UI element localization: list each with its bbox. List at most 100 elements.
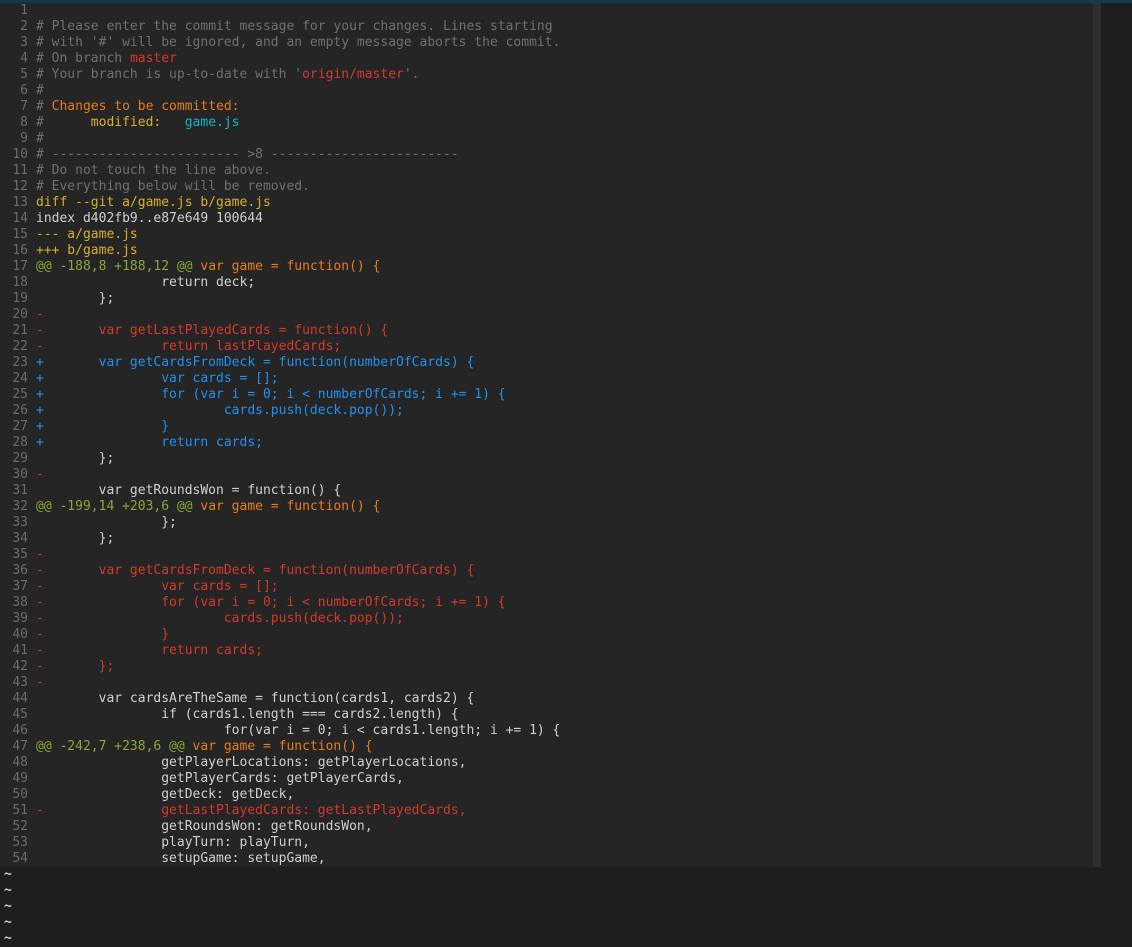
editor-line[interactable]: 21 - var getLastPlayedCards = function() … — [0, 323, 560, 339]
text-segment: # — [36, 67, 52, 82]
text-segment: - for (var i = 0; i < numberOfCards; i +… — [36, 595, 506, 610]
editor-line[interactable]: 7 # Changes to be committed: — [0, 99, 560, 115]
editor-line[interactable]: 48 getPlayerLocations: getPlayerLocation… — [0, 755, 560, 771]
editor-line[interactable]: 26 + cards.push(deck.pop()); — [0, 403, 560, 419]
editor-line[interactable]: 10 # ------------------------ >8 --------… — [0, 147, 560, 163]
editor-line[interactable]: 42 - }; — [0, 659, 560, 675]
editor-line[interactable]: 52 getRoundsWon: getRoundsWon, — [0, 819, 560, 835]
text-segment: - cards.push(deck.pop()); — [36, 611, 404, 626]
line-text: - — [28, 675, 44, 691]
editor-line[interactable]: 9 # — [0, 131, 560, 147]
editor-line[interactable]: 50 getDeck: getDeck, — [0, 787, 560, 803]
text-segment: playTurn: playTurn, — [36, 835, 310, 850]
editor-line[interactable]: 15 --- a/game.js — [0, 227, 560, 243]
editor-line[interactable]: 30- — [0, 467, 560, 483]
editor-line[interactable]: 43- — [0, 675, 560, 691]
empty-line-tilde: ~ — [4, 867, 12, 882]
line-text: getDeck: getDeck, — [28, 787, 294, 803]
editor-line[interactable]: 38 - for (var i = 0; i < numberOfCards; i… — [0, 595, 560, 611]
editor-line[interactable]: 17 @@ -188,8 +188,12 @@ var game = functi… — [0, 259, 560, 275]
editor-line[interactable]: 35- — [0, 547, 560, 563]
line-text: - return cards; — [28, 643, 263, 659]
text-segment: getRoundsWon: getRoundsWon, — [36, 819, 373, 834]
text-segment: var game = function() { — [200, 259, 381, 274]
editor-line[interactable]: 41 - return cards; — [0, 643, 560, 659]
text-segment: Do not touch the line above. — [51, 163, 271, 178]
editor-line[interactable]: 25 + for (var i = 0; i < numberOfCards; i… — [0, 387, 560, 403]
editor-line[interactable]: 47 @@ -242,7 +238,6 @@ var game = functio… — [0, 739, 560, 755]
line-number: 40 — [12, 627, 28, 642]
editor-line[interactable]: 5 # Your branch is up-to-date with 'origi… — [0, 67, 560, 83]
editor-line[interactable]: 28 + return cards; — [0, 435, 560, 451]
editor-line[interactable]: 45 if (cards1.length === cards2.length) … — [0, 707, 560, 723]
line-text: setupGame: setupGame, — [28, 851, 326, 867]
text-segment: Changes to be committed: — [51, 99, 240, 114]
text-segment: - var getLastPlayedCards = function() { — [36, 323, 389, 338]
editor-line[interactable]: 29 }; — [0, 451, 560, 467]
line-text: - }; — [28, 659, 114, 675]
editor-line[interactable]: 37 - var cards = []; — [0, 579, 560, 595]
vertical-scrollbar[interactable] — [1093, 3, 1101, 867]
editor-line[interactable]: 4 # On branch master — [0, 51, 560, 67]
editor-line[interactable]: 20- — [0, 307, 560, 323]
editor-line[interactable]: 16 +++ b/game.js — [0, 243, 560, 259]
editor-line[interactable]: 6 # — [0, 83, 560, 99]
editor-line[interactable]: 23 + var getCardsFromDeck = function(numb… — [0, 355, 560, 371]
editor-line[interactable]: 34 }; — [0, 531, 560, 547]
editor-line[interactable]: 31 var getRoundsWon = function() { — [0, 483, 560, 499]
line-text: # On branch master — [28, 51, 177, 67]
text-segment: # — [36, 83, 44, 98]
editor-line[interactable]: 54 setupGame: setupGame, — [0, 851, 560, 867]
text-segment: if (cards1.length === cards2.length) { — [36, 707, 459, 722]
editor-line[interactable]: 1 — [0, 3, 560, 19]
text-segment: return deck; — [36, 275, 256, 290]
editor-line[interactable]: 14 index d402fb9..e87e649 100644 — [0, 211, 560, 227]
text-segment: # — [36, 147, 52, 162]
line-text: - — [28, 467, 44, 483]
editor-line[interactable]: 3 # with '#' will be ignored, and an empt… — [0, 35, 560, 51]
editor-line[interactable]: 12 # Everything below will be removed. — [0, 179, 560, 195]
line-text: for(var i = 0; i < cards1.length; i += 1… — [28, 723, 561, 739]
text-segment: index d402fb9..e87e649 100644 — [36, 211, 263, 226]
line-number: 31 — [12, 483, 28, 498]
editor-line[interactable]: 53 playTurn: playTurn, — [0, 835, 560, 851]
editor-line[interactable]: 11 # Do not touch the line above. — [0, 163, 560, 179]
editor-line[interactable]: 33 }; — [0, 515, 560, 531]
line-text: - } — [28, 627, 169, 643]
line-number: 29 — [12, 451, 28, 466]
text-segment: setupGame: setupGame, — [36, 851, 326, 866]
editor-line[interactable]: 22 - return lastPlayedCards; — [0, 339, 560, 355]
text-segment: game.js — [184, 115, 240, 130]
line-text: var cardsAreTheSame = function(cards1, c… — [28, 691, 475, 707]
line-number: 44 — [12, 691, 28, 706]
editor-line[interactable]: 36 - var getCardsFromDeck = function(numb… — [0, 563, 560, 579]
line-number: 32 — [12, 499, 28, 514]
editor-line[interactable]: 40 - } — [0, 627, 560, 643]
editor-line[interactable]: 46 for(var i = 0; i < cards1.length; i +… — [0, 723, 560, 739]
editor-line[interactable]: 49 getPlayerCards: getPlayerCards, — [0, 771, 560, 787]
line-number: 20 — [12, 307, 28, 322]
text-segment: # — [36, 179, 52, 194]
editor-line[interactable]: 2 # Please enter the commit message for y… — [0, 19, 560, 35]
text-segment: }; — [36, 451, 115, 466]
editor-line[interactable]: 8 # modified: game.js — [0, 115, 560, 131]
editor-line[interactable]: 51 - getLastPlayedCards: getLastPlayedCar… — [0, 803, 560, 819]
line-text: - — [28, 307, 44, 323]
editor-line[interactable]: 32 @@ -199,14 +203,6 @@ var game = functi… — [0, 499, 560, 515]
editor-line[interactable]: 44 var cardsAreTheSame = function(cards1… — [0, 691, 560, 707]
editor-line[interactable]: 18 return deck; — [0, 275, 560, 291]
editor-line[interactable]: 19 }; — [0, 291, 560, 307]
editor-line[interactable]: 13 diff --git a/game.js b/game.js — [0, 195, 560, 211]
line-number: 51 — [12, 803, 28, 818]
editor-line[interactable]: 39 - cards.push(deck.pop()); — [0, 611, 560, 627]
text-segment: # — [36, 35, 52, 50]
line-text: @@ -242,7 +238,6 @@ var game = function(… — [28, 739, 373, 755]
editor-line[interactable]: 27 + } — [0, 419, 560, 435]
line-text: +++ b/game.js — [28, 243, 138, 259]
line-text: --- a/game.js — [28, 227, 138, 243]
text-segment: with '#' will be ignored, and an empty m… — [51, 35, 561, 50]
empty-line-tilde: ~ — [4, 899, 12, 914]
text-segment: +++ b/game.js — [36, 243, 138, 258]
line-text: var getRoundsWon = function() { — [28, 483, 342, 499]
editor-line[interactable]: 24 + var cards = []; — [0, 371, 560, 387]
